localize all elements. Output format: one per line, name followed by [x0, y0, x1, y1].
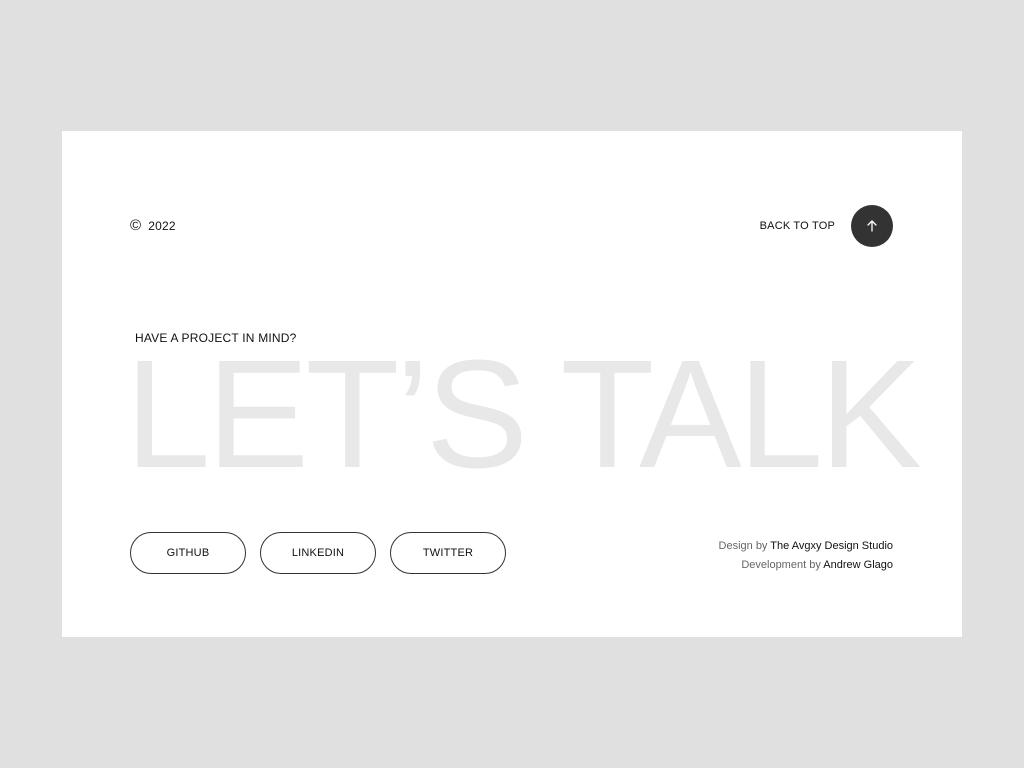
dev-credit: Development by Andrew Glago	[719, 556, 893, 575]
copyright: © 2022	[130, 218, 176, 233]
github-button[interactable]: GITHUB	[130, 532, 246, 574]
copyright-year: 2022	[148, 218, 176, 233]
dev-credit-prefix: Development by	[741, 558, 821, 571]
design-credit-link[interactable]: The Avgxy Design Studio	[770, 540, 893, 552]
hero-tagline: HAVE A PROJECT IN MIND?	[135, 331, 297, 345]
back-to-top-button[interactable]: BACK TO TOP	[760, 205, 893, 247]
copyright-icon: ©	[130, 217, 142, 234]
hero-headline: LET’S TALK	[125, 328, 922, 500]
design-credit: Design by The Avgxy Design Studio	[719, 537, 893, 556]
arrow-up-icon	[867, 220, 877, 232]
footer-card: © 2022 BACK TO TOP LET’S TALK HAVE A PRO…	[62, 131, 962, 637]
back-to-top-circle[interactable]	[851, 205, 893, 247]
credits: Design by The Avgxy Design Studio Develo…	[719, 537, 893, 574]
back-to-top-label[interactable]: BACK TO TOP	[760, 220, 835, 232]
twitter-button[interactable]: TWITTER	[390, 532, 506, 574]
linkedin-button[interactable]: LINKEDIN	[260, 532, 376, 574]
social-links: GITHUB LINKEDIN TWITTER	[130, 532, 506, 574]
dev-credit-link[interactable]: Andrew Glago	[823, 559, 893, 571]
design-credit-prefix: Design by	[718, 540, 768, 552]
